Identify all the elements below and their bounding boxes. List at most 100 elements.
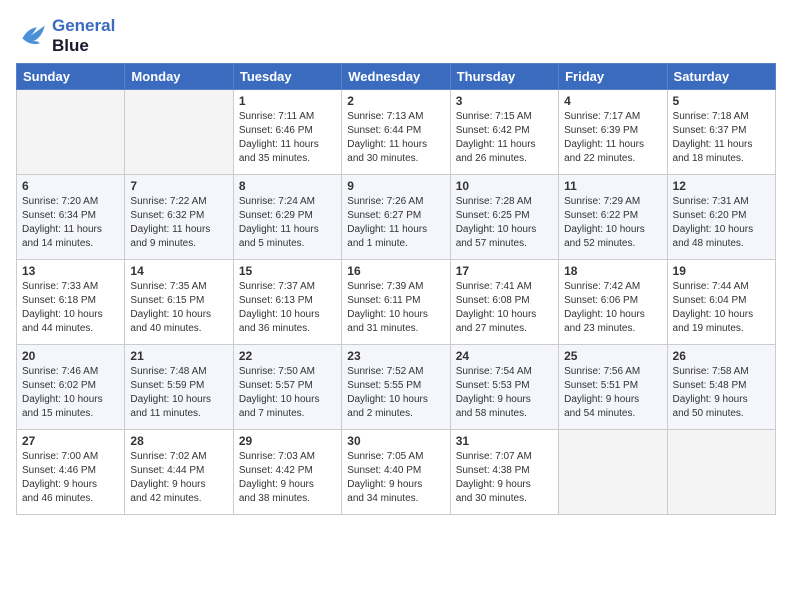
day-number: 3 (456, 94, 553, 108)
day-info: Sunrise: 7:48 AM Sunset: 5:59 PM Dayligh… (130, 365, 227, 421)
calendar-cell: 13 Sunrise: 7:33 AM Sunset: 6:18 PM Dayli… (17, 260, 125, 345)
calendar-cell: 31 Sunrise: 7:07 AM Sunset: 4:38 PM Dayli… (450, 430, 558, 515)
day-info: Sunrise: 7:13 AM Sunset: 6:44 PM Dayligh… (347, 110, 444, 166)
calendar-header-friday: Friday (559, 64, 667, 90)
day-info: Sunrise: 7:00 AM Sunset: 4:46 PM Dayligh… (22, 450, 119, 506)
calendar-cell: 23 Sunrise: 7:52 AM Sunset: 5:55 PM Dayli… (342, 345, 450, 430)
day-info: Sunrise: 7:52 AM Sunset: 5:55 PM Dayligh… (347, 365, 444, 421)
calendar-header-thursday: Thursday (450, 64, 558, 90)
day-info: Sunrise: 7:11 AM Sunset: 6:46 PM Dayligh… (239, 110, 336, 166)
calendar-cell: 29 Sunrise: 7:03 AM Sunset: 4:42 PM Dayli… (233, 430, 341, 515)
day-info: Sunrise: 7:42 AM Sunset: 6:06 PM Dayligh… (564, 280, 661, 336)
calendar-cell: 26Sunrise: 7:58 AM Sunset: 5:48 PM Dayli… (667, 345, 775, 430)
calendar-cell: 17Sunrise: 7:41 AM Sunset: 6:08 PM Dayli… (450, 260, 558, 345)
day-info: Sunrise: 7:03 AM Sunset: 4:42 PM Dayligh… (239, 450, 336, 506)
day-info: Sunrise: 7:39 AM Sunset: 6:11 PM Dayligh… (347, 280, 444, 336)
calendar-table: SundayMondayTuesdayWednesdayThursdayFrid… (16, 63, 776, 515)
calendar-cell: 9 Sunrise: 7:26 AM Sunset: 6:27 PM Daylig… (342, 175, 450, 260)
calendar-cell: 22 Sunrise: 7:50 AM Sunset: 5:57 PM Dayli… (233, 345, 341, 430)
day-info: Sunrise: 7:31 AM Sunset: 6:20 PM Dayligh… (673, 195, 770, 251)
calendar-cell: 6Sunrise: 7:20 AM Sunset: 6:34 PM Daylig… (17, 175, 125, 260)
calendar-cell: 19 Sunrise: 7:44 AM Sunset: 6:04 PM Dayli… (667, 260, 775, 345)
calendar-cell: 7 Sunrise: 7:22 AM Sunset: 6:32 PM Daylig… (125, 175, 233, 260)
day-info: Sunrise: 7:20 AM Sunset: 6:34 PM Dayligh… (22, 195, 119, 251)
day-info: Sunrise: 7:35 AM Sunset: 6:15 PM Dayligh… (130, 280, 227, 336)
day-number: 20 (22, 349, 119, 363)
day-info: Sunrise: 7:33 AM Sunset: 6:18 PM Dayligh… (22, 280, 119, 336)
calendar-cell: 14 Sunrise: 7:35 AM Sunset: 6:15 PM Dayli… (125, 260, 233, 345)
day-number: 14 (130, 264, 227, 278)
day-number: 25 (564, 349, 661, 363)
day-info: Sunrise: 7:24 AM Sunset: 6:29 PM Dayligh… (239, 195, 336, 251)
day-number: 19 (673, 264, 770, 278)
day-info: Sunrise: 7:44 AM Sunset: 6:04 PM Dayligh… (673, 280, 770, 336)
day-info: Sunrise: 7:02 AM Sunset: 4:44 PM Dayligh… (130, 450, 227, 506)
calendar-cell: 30 Sunrise: 7:05 AM Sunset: 4:40 PM Dayli… (342, 430, 450, 515)
day-info: Sunrise: 7:50 AM Sunset: 5:57 PM Dayligh… (239, 365, 336, 421)
calendar-cell: 2 Sunrise: 7:13 AM Sunset: 6:44 PM Daylig… (342, 90, 450, 175)
calendar-cell: 27 Sunrise: 7:00 AM Sunset: 4:46 PM Dayli… (17, 430, 125, 515)
day-number: 2 (347, 94, 444, 108)
day-number: 5 (673, 94, 770, 108)
day-info: Sunrise: 7:05 AM Sunset: 4:40 PM Dayligh… (347, 450, 444, 506)
calendar-cell: 3 Sunrise: 7:15 AM Sunset: 6:42 PM Daylig… (450, 90, 558, 175)
day-number: 31 (456, 434, 553, 448)
day-number: 8 (239, 179, 336, 193)
logo-text2: Blue (52, 36, 115, 56)
day-number: 13 (22, 264, 119, 278)
calendar-cell: 21Sunrise: 7:48 AM Sunset: 5:59 PM Dayli… (125, 345, 233, 430)
logo: General Blue (16, 16, 115, 55)
day-info: Sunrise: 7:29 AM Sunset: 6:22 PM Dayligh… (564, 195, 661, 251)
calendar-cell: 1 Sunrise: 7:11 AM Sunset: 6:46 PM Daylig… (233, 90, 341, 175)
day-info: Sunrise: 7:22 AM Sunset: 6:32 PM Dayligh… (130, 195, 227, 251)
calendar-week-row: 6Sunrise: 7:20 AM Sunset: 6:34 PM Daylig… (17, 175, 776, 260)
day-number: 1 (239, 94, 336, 108)
calendar-cell: 11 Sunrise: 7:29 AM Sunset: 6:22 PM Dayli… (559, 175, 667, 260)
calendar-header-sunday: Sunday (17, 64, 125, 90)
calendar-cell: 4 Sunrise: 7:17 AM Sunset: 6:39 PM Daylig… (559, 90, 667, 175)
day-info: Sunrise: 7:41 AM Sunset: 6:08 PM Dayligh… (456, 280, 553, 336)
day-number: 26 (673, 349, 770, 363)
day-number: 7 (130, 179, 227, 193)
day-info: Sunrise: 7:26 AM Sunset: 6:27 PM Dayligh… (347, 195, 444, 251)
calendar-cell (17, 90, 125, 175)
day-number: 16 (347, 264, 444, 278)
day-number: 27 (22, 434, 119, 448)
calendar-header-row: SundayMondayTuesdayWednesdayThursdayFrid… (17, 64, 776, 90)
calendar-cell: 8 Sunrise: 7:24 AM Sunset: 6:29 PM Daylig… (233, 175, 341, 260)
calendar-week-row: 13 Sunrise: 7:33 AM Sunset: 6:18 PM Dayli… (17, 260, 776, 345)
calendar-cell: 16 Sunrise: 7:39 AM Sunset: 6:11 PM Dayli… (342, 260, 450, 345)
day-info: Sunrise: 7:15 AM Sunset: 6:42 PM Dayligh… (456, 110, 553, 166)
calendar-cell: 24Sunrise: 7:54 AM Sunset: 5:53 PM Dayli… (450, 345, 558, 430)
day-number: 4 (564, 94, 661, 108)
calendar-cell: 18 Sunrise: 7:42 AM Sunset: 6:06 PM Dayli… (559, 260, 667, 345)
day-info: Sunrise: 7:37 AM Sunset: 6:13 PM Dayligh… (239, 280, 336, 336)
calendar-header-tuesday: Tuesday (233, 64, 341, 90)
day-number: 15 (239, 264, 336, 278)
day-info: Sunrise: 7:17 AM Sunset: 6:39 PM Dayligh… (564, 110, 661, 166)
day-number: 22 (239, 349, 336, 363)
day-number: 9 (347, 179, 444, 193)
day-number: 18 (564, 264, 661, 278)
day-number: 29 (239, 434, 336, 448)
day-info: Sunrise: 7:18 AM Sunset: 6:37 PM Dayligh… (673, 110, 770, 166)
day-number: 28 (130, 434, 227, 448)
calendar-cell: 10Sunrise: 7:28 AM Sunset: 6:25 PM Dayli… (450, 175, 558, 260)
calendar-cell (667, 430, 775, 515)
calendar-cell: 28 Sunrise: 7:02 AM Sunset: 4:44 PM Dayli… (125, 430, 233, 515)
logo-bird-icon (16, 22, 48, 50)
calendar-header-monday: Monday (125, 64, 233, 90)
day-info: Sunrise: 7:07 AM Sunset: 4:38 PM Dayligh… (456, 450, 553, 506)
day-number: 11 (564, 179, 661, 193)
calendar-header-wednesday: Wednesday (342, 64, 450, 90)
day-number: 30 (347, 434, 444, 448)
day-number: 24 (456, 349, 553, 363)
calendar-cell: 25 Sunrise: 7:56 AM Sunset: 5:51 PM Dayli… (559, 345, 667, 430)
day-number: 23 (347, 349, 444, 363)
calendar-week-row: 20Sunrise: 7:46 AM Sunset: 6:02 PM Dayli… (17, 345, 776, 430)
calendar-cell (559, 430, 667, 515)
calendar-cell (125, 90, 233, 175)
day-info: Sunrise: 7:56 AM Sunset: 5:51 PM Dayligh… (564, 365, 661, 421)
day-info: Sunrise: 7:28 AM Sunset: 6:25 PM Dayligh… (456, 195, 553, 251)
calendar-week-row: 27 Sunrise: 7:00 AM Sunset: 4:46 PM Dayli… (17, 430, 776, 515)
